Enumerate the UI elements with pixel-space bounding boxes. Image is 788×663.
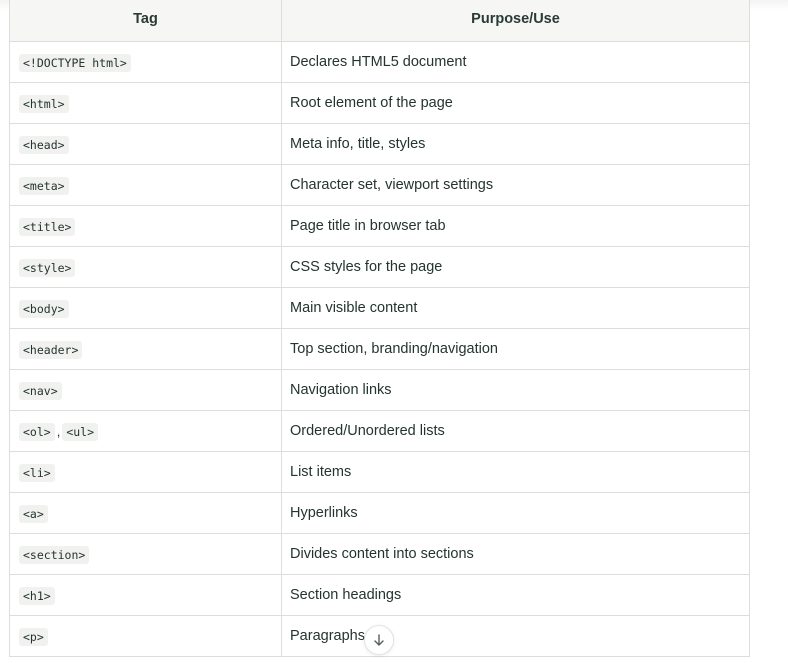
purpose-cell: Meta info, title, styles <box>281 122 750 165</box>
table-row: <meta> Character set, viewport settings <box>9 163 750 206</box>
tag-code: <!DOCTYPE html> <box>19 53 131 72</box>
purpose-cell: Top section, branding/navigation <box>281 327 750 370</box>
arrow-down-icon <box>374 634 384 646</box>
table-row: <a> Hyperlinks <box>9 491 750 534</box>
tag-code: <header> <box>19 340 83 359</box>
tag-code: <p> <box>19 627 48 646</box>
table-row: <header> Top section, branding/navigation <box>9 327 750 370</box>
tag-cell: <title> <box>9 204 282 247</box>
tag-cell: <ol>, <ul> <box>9 409 282 452</box>
tag-code: <h1> <box>19 586 55 605</box>
tag-cell: <nav> <box>9 368 282 411</box>
purpose-cell: Divides content into sections <box>281 532 750 575</box>
tag-cell: <style> <box>9 245 282 288</box>
tag-cell: <body> <box>9 286 282 329</box>
table-row: <nav> Navigation links <box>9 368 750 411</box>
table-row: <h1> Section headings <box>9 573 750 616</box>
table-row: <title> Page title in browser tab <box>9 204 750 247</box>
tag-code: <title> <box>19 217 76 236</box>
table-row: <ol>, <ul> Ordered/Unordered lists <box>9 409 750 452</box>
purpose-cell: List items <box>281 450 750 493</box>
purpose-cell: Declares HTML5 document <box>281 40 750 83</box>
tag-code: <ol> <box>19 422 55 441</box>
purpose-cell: Character set, viewport settings <box>281 163 750 206</box>
table-row: <head> Meta info, title, styles <box>9 122 750 165</box>
tag-separator: , <box>56 423 61 439</box>
tag-cell: <h1> <box>9 573 282 616</box>
tag-cell: <a> <box>9 491 282 534</box>
purpose-cell: CSS styles for the page <box>281 245 750 288</box>
tag-code: <head> <box>19 135 69 154</box>
table-row: <style> CSS styles for the page <box>9 245 750 288</box>
table-row: <section> Divides content into sections <box>9 532 750 575</box>
purpose-cell: Navigation links <box>281 368 750 411</box>
tag-cell: <header> <box>9 327 282 370</box>
tag-cell: <section> <box>9 532 282 575</box>
tag-code: <a> <box>19 504 48 523</box>
chat-response-view: Tag Purpose/Use <!DOCTYPE html> Declares … <box>0 0 788 663</box>
purpose-cell: Main visible content <box>281 286 750 329</box>
table-row: <body> Main visible content <box>9 286 750 329</box>
column-header-tag: Tag <box>9 0 282 42</box>
tag-cell: <head> <box>9 122 282 165</box>
tag-cell: <!DOCTYPE html> <box>9 40 282 83</box>
tag-cell: <meta> <box>9 163 282 206</box>
tag-code: <li> <box>19 463 55 482</box>
table-row: <!DOCTYPE html> Declares HTML5 document <box>9 40 750 83</box>
column-header-purpose: Purpose/Use <box>281 0 750 42</box>
tag-code: <style> <box>19 258 76 277</box>
tag-code: <body> <box>19 299 69 318</box>
tag-cell: <p> <box>9 614 282 657</box>
html-tags-table: Tag Purpose/Use <!DOCTYPE html> Declares … <box>9 0 750 657</box>
purpose-cell: Ordered/Unordered lists <box>281 409 750 452</box>
table-row: <html> Root element of the page <box>9 81 750 124</box>
table-row: <li> List items <box>9 450 750 493</box>
table-body: <!DOCTYPE html> Declares HTML5 document <h… <box>9 40 750 657</box>
tag-code: <html> <box>19 94 69 113</box>
scroll-to-bottom-button[interactable] <box>364 625 394 655</box>
tag-code: <section> <box>19 545 90 564</box>
tag-cell: <li> <box>9 450 282 493</box>
table-header-row: Tag Purpose/Use <box>9 0 750 42</box>
purpose-cell: Section headings <box>281 573 750 616</box>
purpose-cell: Root element of the page <box>281 81 750 124</box>
tag-cell: <html> <box>9 81 282 124</box>
purpose-cell: Hyperlinks <box>281 491 750 534</box>
purpose-cell: Page title in browser tab <box>281 204 750 247</box>
purpose-cell: Paragraphs <box>281 614 750 657</box>
tag-code: <nav> <box>19 381 62 400</box>
tag-code: <meta> <box>19 176 69 195</box>
tag-code: <ul> <box>62 422 99 441</box>
